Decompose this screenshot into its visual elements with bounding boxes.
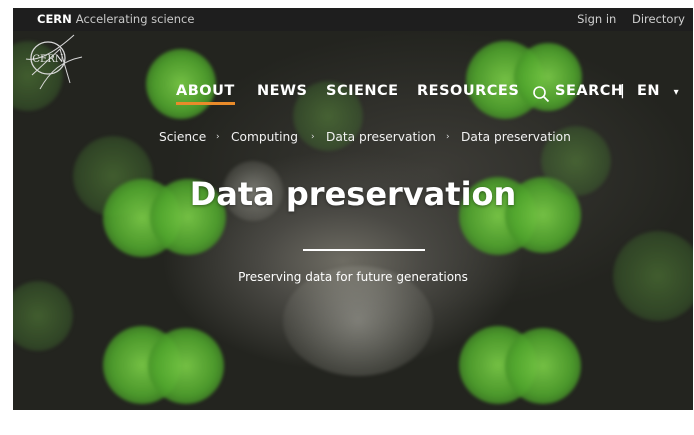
breadcrumb-separator-icon: › [216, 132, 220, 142]
top-bar-links: Sign in Directory [565, 12, 685, 26]
browser-viewport: CERN Accelerating science Sign in Directo… [13, 8, 693, 410]
breadcrumb-item-science[interactable]: Science [159, 130, 206, 144]
nav-item-resources[interactable]: RESOURCES [417, 83, 519, 99]
search-button[interactable]: SEARCH [555, 83, 624, 99]
language-label: EN [637, 83, 661, 99]
search-label: SEARCH [555, 83, 624, 99]
page-title: Data preservation [189, 175, 517, 213]
language-selector[interactable]: EN ▾ [637, 83, 679, 99]
nav-item-news[interactable]: NEWS [257, 83, 307, 99]
chevron-down-icon: ▾ [673, 87, 680, 98]
top-bar: CERN Accelerating science Sign in Directo… [13, 8, 693, 31]
sign-in-link[interactable]: Sign in [577, 12, 616, 26]
brand-name[interactable]: CERN [37, 12, 72, 26]
nav-separator: | [620, 83, 626, 99]
breadcrumb-item-data-preservation[interactable]: Data preservation [326, 130, 436, 144]
nav-item-label: NEWS [257, 83, 308, 99]
bokeh-light [505, 328, 581, 404]
bokeh-light [148, 328, 224, 404]
main-navigation: ABOUT NEWS SCIENCE RESOURCES SEARCH | EN… [13, 83, 693, 107]
logo-text: CERN [32, 54, 63, 65]
breadcrumb-separator-icon: › [311, 132, 315, 142]
breadcrumb-item-current: Data preservation [461, 130, 571, 144]
top-bar-brand[interactable]: CERN Accelerating science [37, 12, 194, 26]
search-icon[interactable] [532, 85, 550, 103]
title-divider [303, 249, 425, 251]
nav-item-label: SCIENCE [326, 83, 399, 99]
page-subtitle: Preserving data for future generations [238, 270, 468, 284]
nav-item-label: RESOURCES [417, 83, 520, 99]
nav-item-label: ABOUT [176, 83, 235, 99]
nav-item-science[interactable]: SCIENCE [326, 83, 399, 99]
breadcrumb-separator-icon: › [446, 132, 450, 142]
active-indicator [176, 102, 235, 105]
breadcrumb: Science › Computing › Data preservation … [13, 130, 693, 148]
bokeh-light [13, 281, 73, 351]
directory-link[interactable]: Directory [632, 12, 685, 26]
breadcrumb-item-computing[interactable]: Computing [231, 130, 298, 144]
brand-tagline[interactable]: Accelerating science [76, 12, 195, 26]
nav-item-about[interactable]: ABOUT [176, 83, 235, 105]
